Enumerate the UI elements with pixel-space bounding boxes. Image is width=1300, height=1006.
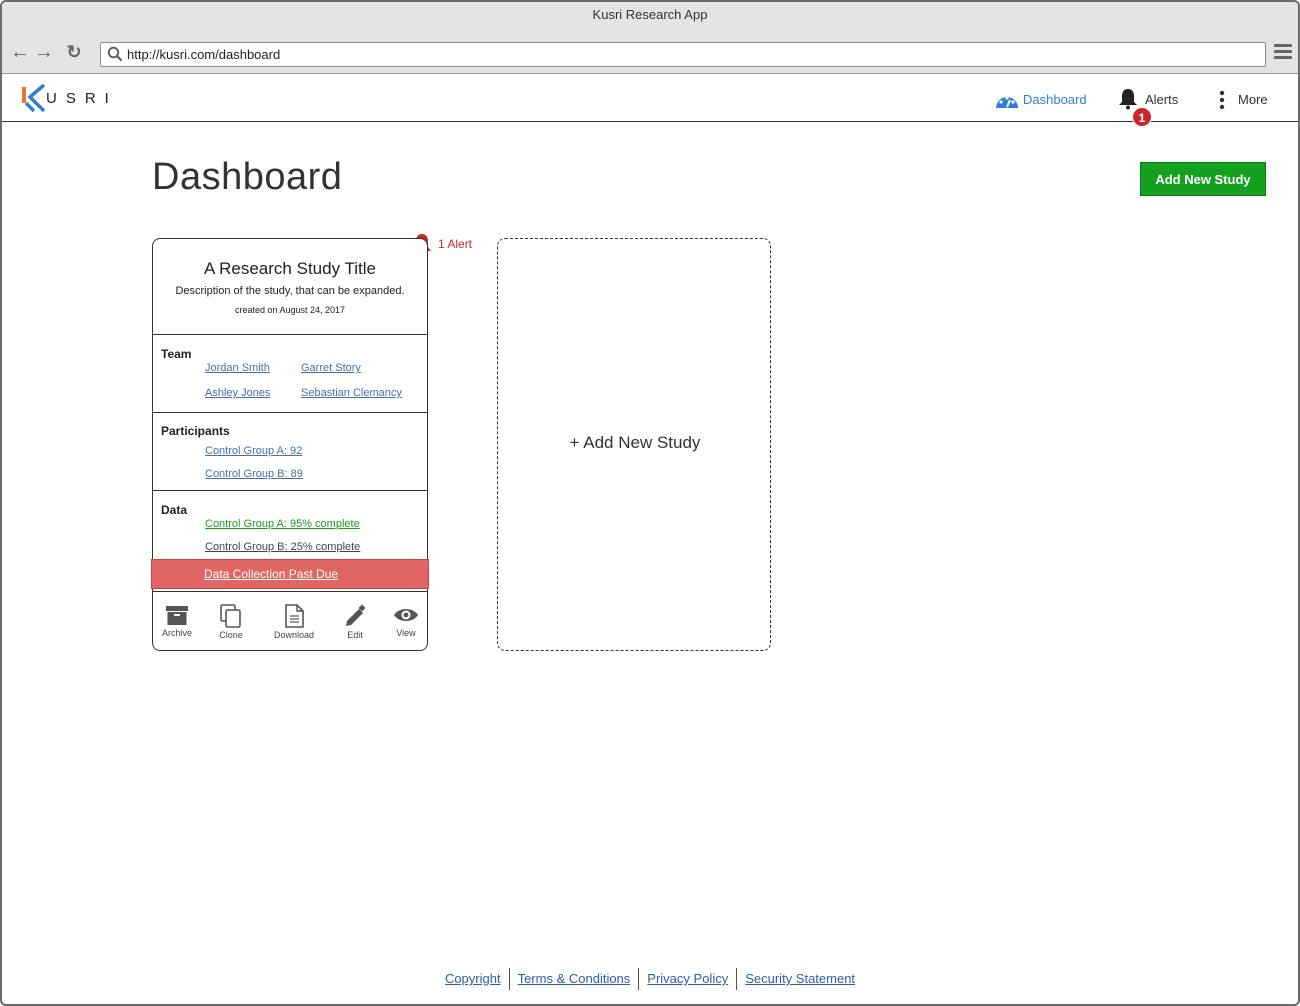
browser-toolbar: ← → ↻	[2, 34, 1298, 74]
reload-icon[interactable]: ↻	[64, 42, 84, 62]
edit-label: Edit	[347, 630, 363, 640]
participant-group-link[interactable]: Control Group A: 92	[205, 445, 302, 457]
download-button[interactable]: Download	[271, 604, 317, 640]
footer-link-terms[interactable]: Terms & Conditions	[510, 968, 640, 990]
participant-group-link[interactable]: Control Group B: 89	[205, 468, 303, 480]
footer-link-privacy[interactable]: Privacy Policy	[639, 968, 738, 990]
back-arrow-icon[interactable]: ←	[10, 42, 30, 62]
team-member-link[interactable]: Garret Story	[301, 362, 361, 374]
clone-button[interactable]: Clone	[208, 604, 254, 640]
search-icon	[107, 46, 123, 62]
archive-button[interactable]: Archive	[154, 604, 200, 638]
past-due-link[interactable]: Data Collection Past Due	[204, 567, 338, 581]
view-button[interactable]: View	[383, 604, 429, 638]
add-new-study-card-label: + Add New Study	[569, 433, 701, 452]
archive-icon	[166, 606, 188, 625]
team-member-link[interactable]: Jordan Smith	[205, 362, 270, 374]
data-progress-link[interactable]: Control Group A: 95% complete	[205, 518, 360, 530]
add-new-study-card[interactable]: + Add New Study	[497, 238, 771, 651]
study-description: Description of the study, that can be ex…	[175, 285, 405, 297]
data-label: Data	[161, 503, 188, 517]
study-card: A Research Study Title Description of th…	[151, 238, 429, 651]
url-input[interactable]	[127, 45, 1247, 64]
url-bar[interactable]	[100, 42, 1266, 67]
nav-alerts-label: Alerts	[1145, 92, 1179, 107]
pencil-icon	[346, 604, 366, 626]
team-label: Team	[161, 347, 192, 361]
dashboard-gauge-icon	[996, 96, 1018, 108]
view-label: View	[396, 628, 416, 638]
archive-label: Archive	[161, 628, 192, 638]
edit-button[interactable]: Edit	[332, 604, 378, 640]
footer-link-copyright[interactable]: Copyright	[437, 968, 510, 990]
download-label: Download	[273, 630, 315, 640]
more-vertical-icon	[1219, 90, 1225, 110]
study-actions: Archive Clone Download Edit View	[153, 596, 427, 650]
footer: Copyright Terms & Conditions Privacy Polic…	[2, 968, 1298, 990]
add-new-study-button[interactable]: Add New Study	[1140, 162, 1266, 196]
participants-section: Participants Control Group A: 92 Control…	[153, 413, 427, 491]
alert-count-label: 1 Alert	[438, 237, 473, 251]
study-title: A Research Study Title	[204, 259, 376, 278]
nav-more-label: More	[1238, 92, 1268, 107]
logo-text: USRI	[46, 90, 118, 107]
window-title: Kusri Research App	[2, 2, 1298, 34]
nav-dashboard-label: Dashboard	[1023, 92, 1087, 107]
clone-icon	[220, 604, 241, 628]
data-section: Data Control Group A: 95% complete Contr…	[151, 491, 429, 592]
app-header: USRI Dashboard 1 Alerts More	[2, 75, 1298, 127]
page-title: Dashboard	[152, 156, 343, 198]
forward-arrow-icon[interactable]: →	[34, 42, 54, 62]
study-card-header: A Research Study Title Description of th…	[153, 239, 427, 335]
data-progress-link[interactable]: Control Group B: 25% complete	[205, 541, 360, 553]
team-member-link[interactable]: Sebastian Clemancy	[301, 387, 402, 399]
browser-menu-icon[interactable]	[1274, 44, 1292, 60]
past-due-banner: Data Collection Past Due	[151, 559, 429, 589]
participants-label: Participants	[161, 424, 230, 438]
eye-icon	[394, 609, 418, 621]
clone-label: Clone	[219, 630, 243, 640]
kusri-logo[interactable]: USRI	[20, 83, 120, 115]
team-section: Team Jordan Smith Garret Story Ashley Jo…	[153, 335, 427, 413]
study-created-date: created on August 24, 2017	[234, 305, 346, 315]
footer-link-security[interactable]: Security Statement	[737, 968, 863, 990]
browser-window: Kusri Research App ← → ↻ USRI	[0, 0, 1300, 1006]
document-icon	[285, 604, 304, 628]
team-member-link[interactable]: Ashley Jones	[205, 387, 270, 399]
